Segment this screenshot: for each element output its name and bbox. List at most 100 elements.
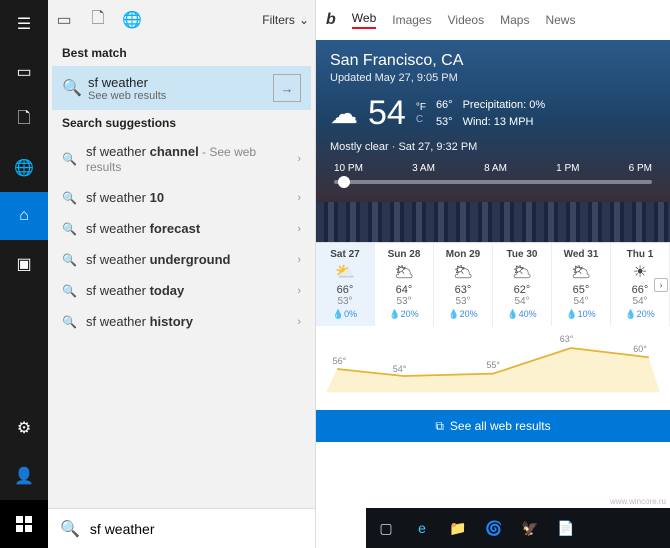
wind-label: Wind: 13 MPH [463,114,546,131]
suggestion-item[interactable]: 🔍sf weather forecast› [48,213,315,244]
day-high: 63° [436,284,490,296]
chart-label: 54° [393,364,407,374]
more-days-button[interactable]: › [654,278,668,292]
updated-label: Updated May 27, 9:05 PM [330,72,656,84]
arrow-right-icon[interactable]: → [273,74,301,102]
search-icon: 🔍 [62,78,78,98]
day-precip: 💧10% [554,309,608,320]
day-name: Thu 1 [613,249,667,260]
document-icon[interactable]: 🗋 [88,10,108,30]
search-bar: 🔍 [48,508,315,548]
day-low: 53° [436,296,490,307]
condition-label: Mostly clear · Sat 27, 9:32 PM [330,141,656,153]
panel-toolbar: ▭ 🗋 🌐 Filters ⌄ [48,0,315,40]
globe-icon[interactable]: 🌐 [0,144,48,192]
system-rail: ☰ ▭ 🗋 🌐 ⌂ ▣ ⚙ 👤 [0,0,48,548]
best-match-item[interactable]: 🔍 sf weather See web results → [52,66,311,110]
search-icon: 🔍 [62,315,76,329]
suggestion-label: sf weather 10 [86,190,287,205]
tab-videos[interactable]: Videos [448,13,484,27]
tab-web[interactable]: Web [352,11,376,29]
hour-label: 8 AM [484,163,507,174]
home-icon[interactable]: ⌂ [0,192,48,240]
day-high: 66° [318,284,372,296]
search-icon: 🔍 [62,253,76,267]
day-low: 53° [377,296,431,307]
day-high: 62° [495,284,549,296]
best-match-sub: See web results [88,90,263,102]
day-name: Sun 28 [377,249,431,260]
user-icon[interactable]: 👤 [0,452,48,500]
suggestion-item[interactable]: 🔍 sf weather 10 › [48,182,315,213]
suggestion-item[interactable]: 🔍sf weather history› [48,306,315,337]
day-name: Mon 29 [436,249,490,260]
slider-thumb-icon[interactable] [338,176,350,188]
bing-logo-icon: b [326,11,336,29]
search-icon: 🔍 [62,284,76,298]
app-icon[interactable]: 🦅 [516,514,544,542]
app-icon[interactable]: 🌀 [480,514,508,542]
tab-images[interactable]: Images [392,13,431,27]
day-weather-icon: ⛅ [318,262,372,282]
suggestion-label: sf weather today [86,283,287,298]
day-card[interactable]: Mon 29🌥63°53°💧20% [434,243,493,326]
day-weather-icon: 🌥 [436,262,490,282]
taskview-icon[interactable]: ▢ [372,514,400,542]
hour-label: 6 PM [629,163,652,174]
day-card[interactable]: Tue 30🌥62°54°💧40% [493,243,552,326]
day-low: 54° [495,296,549,307]
hamburger-icon[interactable]: ☰ [0,0,48,48]
search-icon: 🔍 [60,519,80,539]
taskbar: ▢ e 📁 🌀 🦅 📄 [366,508,670,548]
results-pane: b Web Images Videos Maps News San Franci… [316,0,670,548]
day-precip: 💧20% [377,309,431,320]
suggestion-item[interactable]: 🔍sf weather today› [48,275,315,306]
unit-c[interactable]: C [416,115,426,125]
suggestion-label: sf weather history [86,314,287,329]
search-icon: 🔍 [62,191,76,205]
document-icon[interactable]: 🗋 [0,96,48,144]
day-card[interactable]: Sat 27⛅66°53°💧0% [316,243,375,326]
bing-tabs: b Web Images Videos Maps News [316,0,670,40]
day-name: Tue 30 [495,249,549,260]
chart-label: 55° [486,360,500,370]
explorer-icon[interactable]: 📁 [444,514,472,542]
see-all-button[interactable]: ⧉ See all web results [316,410,670,442]
current-temp: 54 [368,94,406,133]
suggestion-label: sf weather underground [86,252,287,267]
day-name: Wed 31 [554,249,608,260]
search-icon: 🔍 [62,222,76,236]
suggestion-item[interactable]: 🔍sf weather underground› [48,244,315,275]
globe-icon[interactable]: 🌐 [122,10,142,30]
filters-button[interactable]: Filters ⌄ [262,13,309,27]
day-card[interactable]: Wed 31🌥65°54°💧10% [552,243,611,326]
start-icon[interactable] [0,500,48,548]
settings-icon[interactable]: ⚙ [0,404,48,452]
window-icon[interactable]: ▭ [54,10,74,30]
open-icon: ⧉ [435,419,444,434]
tab-news[interactable]: News [545,13,575,27]
see-all-label: See all web results [450,419,551,433]
app-icon[interactable]: 📄 [552,514,580,542]
high-temp: 66° [436,97,453,114]
store-icon[interactable]: ▣ [0,240,48,288]
search-input[interactable] [90,521,303,537]
day-forecast-row: Sat 27⛅66°53°💧0%Sun 28🌥64°53°💧20%Mon 29🌥… [316,242,670,326]
temp-chart: 56° 54° 55° 63° 60° [326,334,660,404]
tab-maps[interactable]: Maps [500,13,529,27]
hour-label: 10 PM [334,163,363,174]
day-high: 65° [554,284,608,296]
search-panel: ▭ 🗋 🌐 Filters ⌄ Best match 🔍 sf weather … [48,0,316,548]
suggestion-item[interactable]: 🔍sf weather channel - See web results› [48,136,315,182]
day-card[interactable]: Sun 28🌥64°53°💧20% [375,243,434,326]
suggestion-label: sf weather channel - See web results [86,144,287,174]
time-slider[interactable] [334,180,652,184]
hour-label: 1 PM [556,163,579,174]
suggestion-label: sf weather forecast [86,221,287,236]
weather-hero: San Francisco, CA Updated May 27, 9:05 P… [316,40,670,242]
unit-f[interactable]: °F [416,103,426,113]
suggestions-header: Search suggestions [48,110,315,136]
edge-icon[interactable]: e [408,514,436,542]
app-icon[interactable]: ▭ [0,48,48,96]
chevron-right-icon: › [297,192,301,204]
